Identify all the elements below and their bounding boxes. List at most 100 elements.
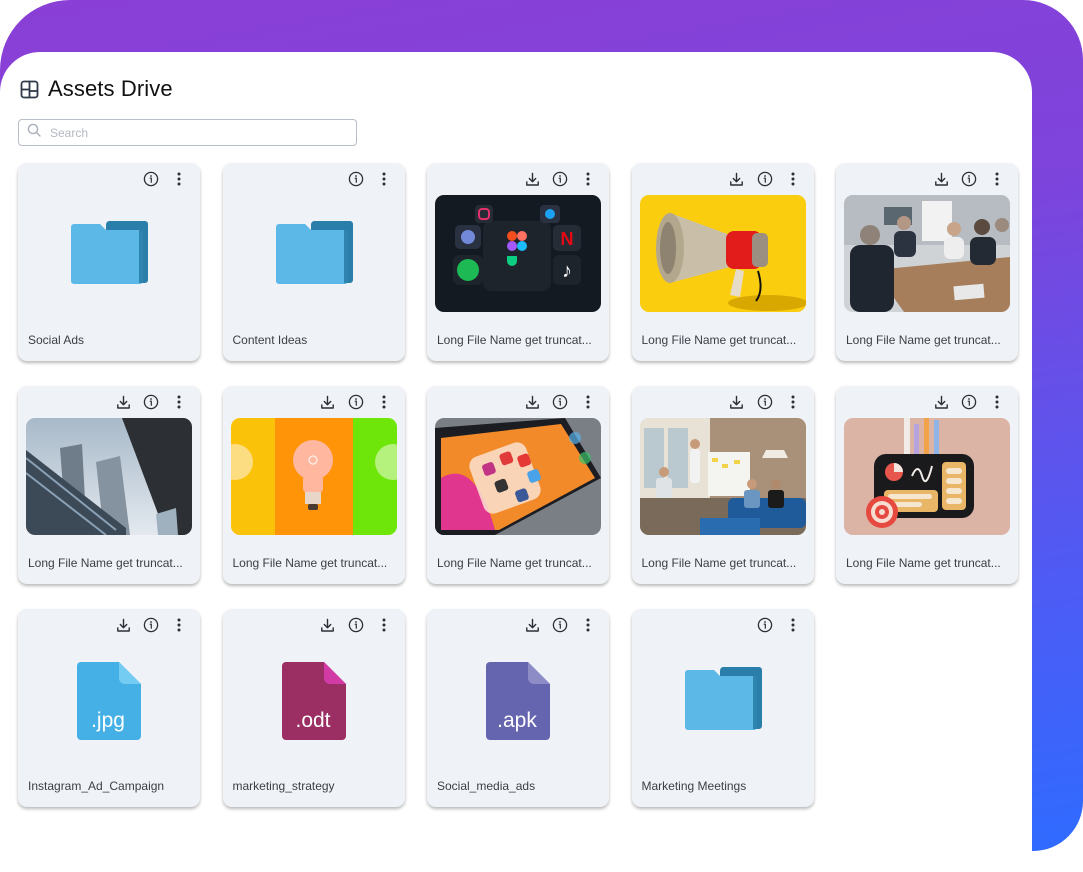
more-options-button[interactable] <box>579 393 597 411</box>
info-button[interactable] <box>960 393 978 411</box>
card-actions <box>114 616 188 634</box>
file-card[interactable]: Long File Name get truncat... <box>222 386 405 584</box>
file-name: Long File Name get truncat... <box>28 556 183 570</box>
file-card[interactable]: Long File Name get truncat... <box>427 386 609 584</box>
thumbnail-team-office-whiteboard[interactable] <box>639 418 806 535</box>
download-button[interactable] <box>523 393 541 411</box>
download-icon <box>523 393 541 411</box>
file-name: Instagram_Ad_Campaign <box>28 779 165 793</box>
file-name: Social_media_ads <box>437 779 536 793</box>
download-icon <box>523 170 541 188</box>
more-options-button[interactable] <box>375 170 393 188</box>
svg-text:.apk: .apk <box>497 709 537 732</box>
info-button[interactable] <box>551 616 569 634</box>
folder-icon <box>223 219 405 285</box>
info-button[interactable] <box>960 170 978 188</box>
file-name: Long File Name get truncat... <box>232 556 388 570</box>
download-icon <box>932 393 950 411</box>
card-actions <box>523 170 597 188</box>
info-icon <box>347 170 365 188</box>
info-button[interactable] <box>142 170 160 188</box>
card-actions <box>756 616 802 634</box>
info-button[interactable] <box>551 170 569 188</box>
folder-card[interactable]: Marketing Meetings <box>631 609 814 807</box>
info-button[interactable] <box>756 616 774 634</box>
more-options-button[interactable] <box>784 616 802 634</box>
more-options-button[interactable] <box>988 393 1006 411</box>
file-card[interactable]: Long File Name get truncat... <box>631 163 814 361</box>
download-icon <box>523 616 541 634</box>
file-card[interactable]: N ♪ Long File Name get truncat... <box>427 163 609 361</box>
file-card[interactable]: .apk Social_media_ads <box>427 609 609 807</box>
download-button[interactable] <box>319 616 337 634</box>
more-options-button[interactable] <box>988 170 1006 188</box>
file-name: Social Ads <box>28 333 85 347</box>
info-button[interactable] <box>551 393 569 411</box>
card-actions <box>523 393 597 411</box>
info-button[interactable] <box>347 170 365 188</box>
svg-text:.odt: .odt <box>295 709 330 732</box>
download-icon <box>932 170 950 188</box>
more-options-button[interactable] <box>375 393 393 411</box>
more-vertical-icon <box>579 170 597 188</box>
more-options-button[interactable] <box>170 616 188 634</box>
file-name: Long File Name get truncat... <box>641 556 797 570</box>
more-options-button[interactable] <box>784 393 802 411</box>
thumbnail-skyscrapers[interactable] <box>26 418 192 535</box>
more-options-button[interactable] <box>579 616 597 634</box>
search-input[interactable] <box>48 124 342 141</box>
download-icon <box>728 170 746 188</box>
download-button[interactable] <box>728 170 746 188</box>
more-options-button[interactable] <box>784 170 802 188</box>
file-card[interactable]: .jpg Instagram_Ad_Campaign <box>18 609 200 807</box>
card-actions <box>932 170 1006 188</box>
more-vertical-icon <box>988 170 1006 188</box>
download-button[interactable] <box>114 393 132 411</box>
info-button[interactable] <box>142 393 160 411</box>
download-button[interactable] <box>932 170 950 188</box>
folder-icon <box>632 665 814 731</box>
file-card[interactable]: Long File Name get truncat... <box>631 386 814 584</box>
card-actions <box>319 393 393 411</box>
thumbnail-dashboard-3d-target[interactable] <box>844 418 1010 535</box>
card-actions <box>142 170 188 188</box>
thumbnail-light-bulbs[interactable] <box>230 418 397 535</box>
download-button[interactable] <box>523 616 541 634</box>
thumbnail-business-meeting[interactable] <box>844 195 1010 312</box>
info-button[interactable] <box>756 393 774 411</box>
more-vertical-icon <box>375 616 393 634</box>
download-icon <box>319 393 337 411</box>
download-button[interactable] <box>523 170 541 188</box>
file-card[interactable]: Long File Name get truncat... <box>836 386 1018 584</box>
info-button[interactable] <box>347 393 365 411</box>
more-options-button[interactable] <box>170 393 188 411</box>
folder-card[interactable]: Content Ideas <box>222 163 405 361</box>
download-icon <box>728 393 746 411</box>
info-icon <box>347 393 365 411</box>
search-box[interactable] <box>18 119 357 146</box>
download-button[interactable] <box>932 393 950 411</box>
info-button[interactable] <box>142 616 160 634</box>
more-vertical-icon <box>988 393 1006 411</box>
download-button[interactable] <box>114 616 132 634</box>
svg-text:N: N <box>561 229 574 249</box>
thumbnail-social-media-app-icons[interactable]: N ♪ <box>435 195 601 312</box>
more-options-button[interactable] <box>375 616 393 634</box>
file-name: Long File Name get truncat... <box>846 333 1001 347</box>
file-card[interactable]: Long File Name get truncat... <box>18 386 200 584</box>
more-options-button[interactable] <box>579 170 597 188</box>
info-button[interactable] <box>347 616 365 634</box>
thumbnail-phone-social-folder[interactable] <box>435 418 601 535</box>
file-name: Marketing Meetings <box>641 779 747 793</box>
info-button[interactable] <box>756 170 774 188</box>
page-header: Assets Drive <box>20 76 173 102</box>
info-icon <box>142 170 160 188</box>
more-vertical-icon <box>579 616 597 634</box>
download-button[interactable] <box>728 393 746 411</box>
thumbnail-megaphone-yellow[interactable] <box>639 195 806 312</box>
file-card[interactable]: .odt marketing_strategy <box>222 609 405 807</box>
more-options-button[interactable] <box>170 170 188 188</box>
file-card[interactable]: Long File Name get truncat... <box>836 163 1018 361</box>
download-button[interactable] <box>319 393 337 411</box>
folder-card[interactable]: Social Ads <box>18 163 200 361</box>
